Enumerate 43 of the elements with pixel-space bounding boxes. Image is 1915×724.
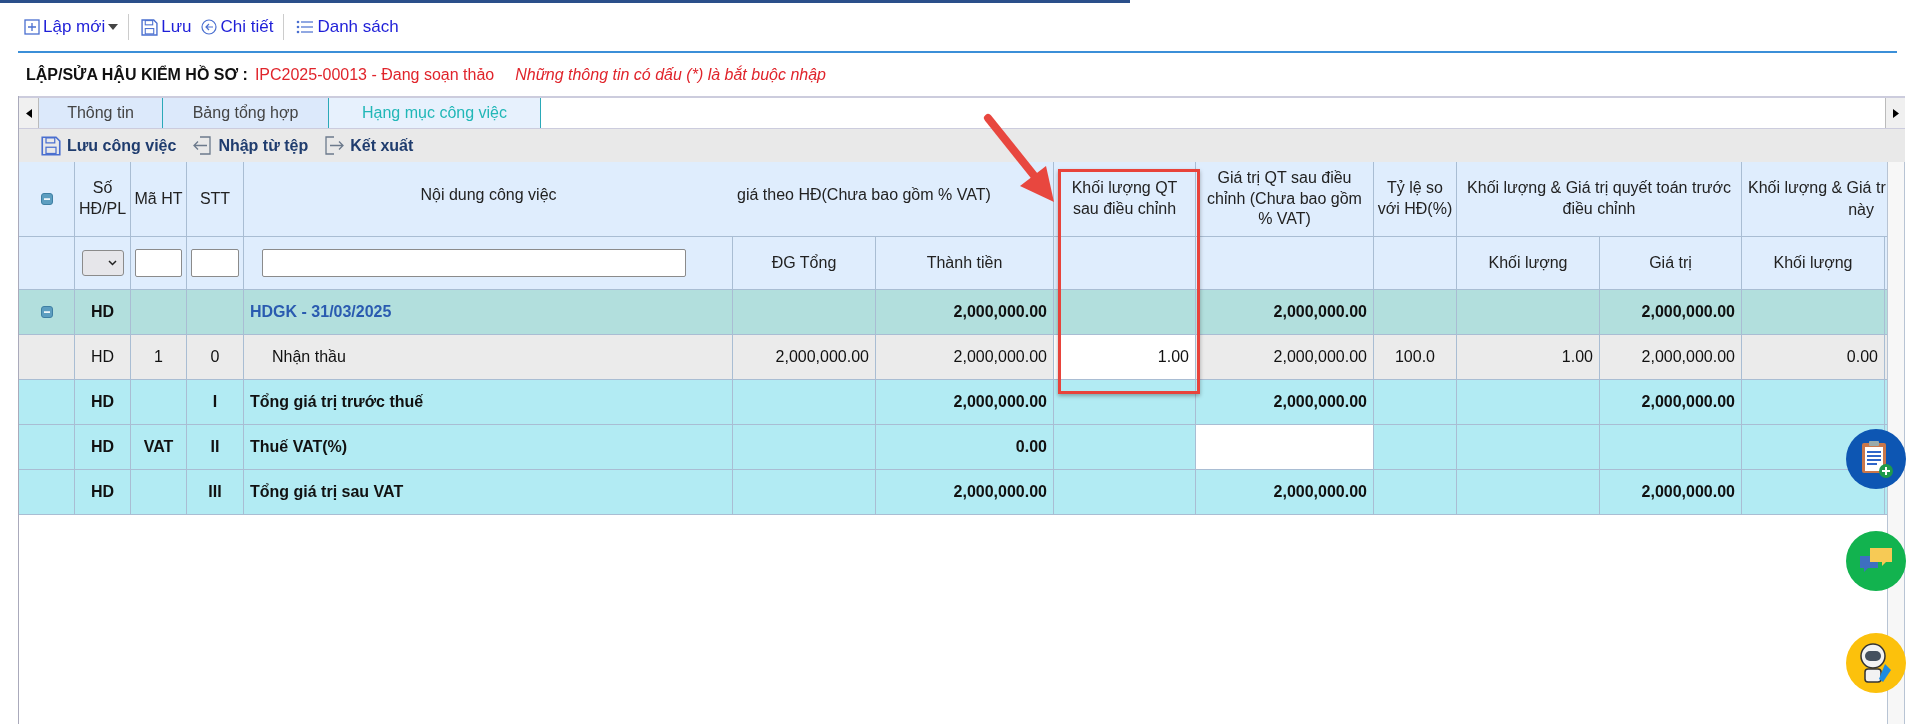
scroll-left-button[interactable] <box>19 98 39 128</box>
caret-down-icon <box>108 24 119 30</box>
caret-left-icon <box>25 108 32 118</box>
list-icon <box>296 19 315 35</box>
assistant-button[interactable] <box>1846 633 1906 693</box>
toolbar-button[interactable]: Lưu <box>128 14 192 40</box>
table-cell: III <box>187 470 244 515</box>
action-button[interactable]: Lưu công việc <box>41 133 177 158</box>
table-cell: HD <box>75 470 131 515</box>
column-header: Khối lượng & Giá tr <box>1748 178 1886 199</box>
arrow-out-of-page-icon <box>324 136 345 155</box>
filter-field[interactable] <box>191 249 239 277</box>
table-cell: 2,000,000.00 <box>1196 470 1374 515</box>
table-cell <box>19 470 75 515</box>
circle-arrow-left-icon <box>201 19 218 35</box>
action-button[interactable]: Kết xuất <box>324 133 414 158</box>
page-title: LẬP/SỬA HẬU KIỂM HỒ SƠ : <box>26 64 248 85</box>
chat-button[interactable] <box>1846 531 1906 591</box>
toolbar-button[interactable]: Lập mới <box>24 14 119 40</box>
filter-select[interactable] <box>81 250 124 276</box>
arrow-into-page-icon <box>192 136 213 155</box>
plus-square-icon <box>24 19 40 35</box>
value-field[interactable] <box>1196 425 1374 470</box>
chevron-down-icon <box>107 260 117 266</box>
collapse-icon[interactable] <box>40 193 53 205</box>
tab[interactable]: Thông tin <box>39 98 163 128</box>
collapse-icon[interactable] <box>40 306 53 318</box>
value-field[interactable]: 1.00 <box>1054 335 1196 380</box>
table-cell <box>131 470 187 515</box>
toolbar-button[interactable]: Chi tiết <box>201 14 274 40</box>
action-button[interactable]: Nhập từ tệp <box>192 133 309 158</box>
scroll-right-button[interactable] <box>1885 98 1905 128</box>
table-cell: 2,000,000.00 <box>876 470 1054 515</box>
table-cell: Tổng giá trị sau VAT <box>244 470 733 515</box>
record-status: IPC2025-00013 - Đang soạn thảo <box>254 64 495 85</box>
tab[interactable]: Bảng tổng hợp <box>163 98 329 128</box>
filter-field[interactable] <box>135 249 182 277</box>
filter-field[interactable] <box>262 249 686 277</box>
required-note: Những thông tin có dấu (*) là bắt buộc nhập <box>515 64 826 85</box>
column-header: này <box>1848 200 1875 220</box>
toolbar-button[interactable]: Danh sách <box>283 14 399 40</box>
table-cell: 2,000,000.00 <box>1600 470 1742 515</box>
caret-right-icon <box>1892 108 1899 118</box>
